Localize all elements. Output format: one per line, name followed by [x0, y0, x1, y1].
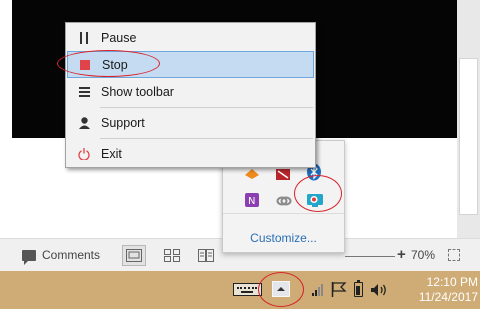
- menu-item-support[interactable]: Support: [67, 109, 314, 136]
- system-clock[interactable]: 12:10 PM 11/24/2017: [398, 275, 478, 305]
- customize-link[interactable]: Customize...: [223, 231, 344, 245]
- menu-item-label: Support: [101, 115, 145, 130]
- show-hidden-icons-button[interactable]: [272, 281, 290, 297]
- fit-to-window-icon[interactable]: [448, 249, 460, 261]
- clock-time: 12:10 PM: [426, 275, 478, 289]
- screen-recorder-icon[interactable]: [306, 191, 324, 209]
- person-icon: [67, 109, 101, 136]
- link-icon[interactable]: [275, 192, 293, 210]
- reading-view-button[interactable]: [194, 245, 218, 266]
- svg-text:N: N: [248, 196, 255, 207]
- comment-icon: [22, 249, 36, 265]
- onenote-icon[interactable]: N: [243, 191, 261, 209]
- zoom-level[interactable]: 70%: [411, 248, 435, 262]
- slide-sorter-icon: [164, 249, 180, 262]
- menu-separator: [100, 138, 313, 139]
- menu-item-label: Stop: [102, 57, 128, 72]
- power-icon: [67, 140, 101, 167]
- normal-view-button[interactable]: [122, 245, 146, 266]
- menu-item-label: Pause: [101, 30, 137, 45]
- scrollbar-thumb[interactable]: [459, 58, 478, 215]
- stop-icon: [68, 52, 102, 77]
- menu-item-label: Exit: [101, 146, 122, 161]
- reading-view-icon: [198, 249, 214, 262]
- comments-button[interactable]: Comments: [22, 248, 101, 265]
- slide-sorter-button[interactable]: [160, 245, 184, 266]
- comments-label: Comments: [42, 248, 101, 262]
- pause-icon: [67, 24, 101, 51]
- menu-item-exit[interactable]: Exit: [67, 140, 314, 167]
- toolbar-icon: [67, 78, 101, 105]
- battery-icon[interactable]: [354, 280, 363, 297]
- normal-view-icon: [126, 249, 142, 262]
- recorder-context-menu: Pause Stop Show toolbar Support Exit: [65, 22, 316, 168]
- clock-date: 11/24/2017: [418, 290, 478, 304]
- menu-separator: [100, 107, 313, 108]
- network-signal-icon[interactable]: [312, 284, 326, 296]
- menu-item-stop[interactable]: Stop: [67, 51, 314, 78]
- volume-icon[interactable]: [370, 283, 388, 297]
- touch-keyboard-icon[interactable]: [233, 283, 262, 296]
- chevron-up-icon: [277, 287, 285, 291]
- menu-item-show-toolbar[interactable]: Show toolbar: [67, 78, 314, 105]
- menu-item-pause[interactable]: Pause: [67, 24, 314, 51]
- flyout-divider: [223, 213, 344, 214]
- action-center-flag-icon[interactable]: [331, 282, 347, 297]
- zoom-slider[interactable]: [345, 256, 395, 257]
- taskbar: 12:10 PM 11/24/2017: [0, 271, 480, 309]
- zoom-in-button[interactable]: +: [397, 246, 406, 263]
- menu-item-label: Show toolbar: [101, 84, 174, 99]
